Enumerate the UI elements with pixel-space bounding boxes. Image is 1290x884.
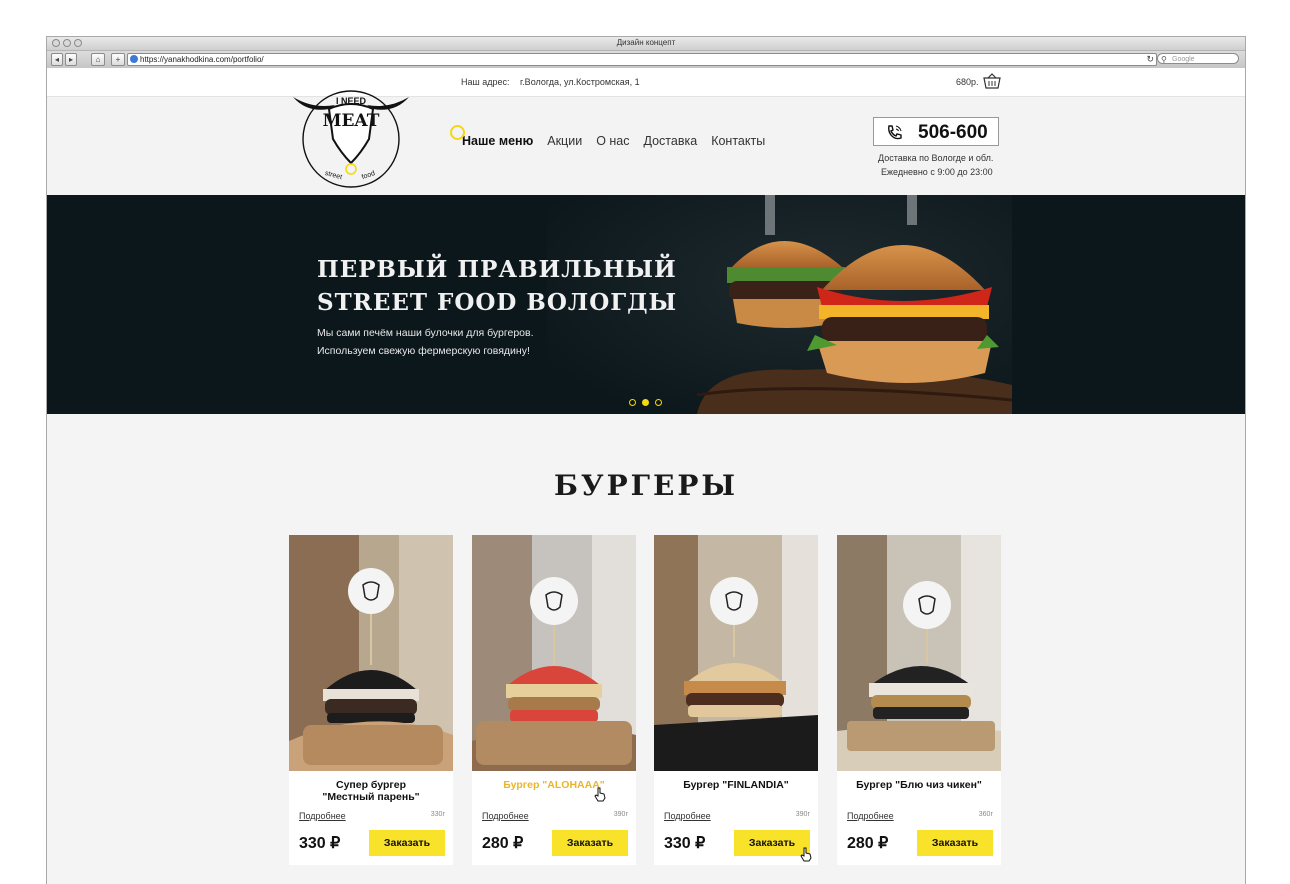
section-title: БУРГЕРЫ bbox=[553, 469, 739, 502]
product-name-line2: "Местный парень" bbox=[322, 791, 420, 803]
slider-dot-active[interactable] bbox=[642, 399, 649, 406]
browser-titlebar: Дизайн концепт bbox=[47, 37, 1245, 51]
address-bar[interactable]: https://yanakhodkina.com/portfolio/ ↻ bbox=[127, 53, 1157, 66]
order-button[interactable]: Заказать bbox=[369, 830, 445, 856]
product-weight: 330г bbox=[430, 811, 445, 818]
product-name[interactable]: Бургер "ALOHAAA" bbox=[472, 779, 636, 791]
hero-subtitle-line2: Используем свежую фермерскую говядину! bbox=[317, 345, 530, 357]
hero-banner: ПЕРВЫЙ ПРАВИЛЬНЫЙ STREET FOOD ВОЛОГДЫ Мы… bbox=[47, 195, 1245, 414]
details-link[interactable]: Подробнее bbox=[299, 811, 346, 821]
nav-item-contacts[interactable]: Контакты bbox=[711, 134, 765, 148]
address-value: г.Вологда, ул.Костромская, 1 bbox=[520, 77, 640, 87]
add-tab-icon[interactable]: + bbox=[111, 53, 125, 66]
product-price: 280 ₽ bbox=[482, 835, 524, 852]
product-weight: 390г bbox=[795, 811, 810, 818]
details-link[interactable]: Подробнее bbox=[664, 811, 711, 821]
cart-total[interactable]: 680р. bbox=[956, 77, 979, 87]
phone-number: 506-600 bbox=[918, 122, 988, 143]
site-header: I NEED MEAT street food Наше меню Акции … bbox=[47, 90, 1245, 195]
details-link[interactable]: Подробнее bbox=[847, 811, 894, 821]
logo-line4: food bbox=[361, 170, 376, 181]
phone-icon bbox=[888, 125, 902, 140]
basket-icon[interactable] bbox=[983, 73, 1001, 89]
product-weight: 360г bbox=[978, 811, 993, 818]
details-link[interactable]: Подробнее bbox=[482, 811, 529, 821]
forward-button[interactable]: ▸ bbox=[65, 53, 77, 66]
product-price: 280 ₽ bbox=[847, 835, 889, 852]
product-price: 330 ₽ bbox=[299, 835, 341, 852]
nav-item-about[interactable]: О нас bbox=[596, 134, 629, 148]
hand-cursor-icon bbox=[594, 787, 606, 802]
main-nav: Наше меню Акции О нас Доставка Контакты bbox=[449, 125, 765, 148]
search-field[interactable]: ⚲ Google bbox=[1157, 53, 1239, 64]
address-label: Наш адрес: bbox=[461, 77, 510, 87]
reload-icon[interactable]: ↻ bbox=[1146, 54, 1154, 65]
browser-window: Дизайн концепт ◂ ▸ ⌂ + https://yanakhodk… bbox=[46, 36, 1246, 884]
nav-item-delivery[interactable]: Доставка bbox=[644, 134, 698, 148]
product-name-line1: Бургер "FINLANDIA" bbox=[683, 779, 789, 791]
logo-line3: street bbox=[324, 170, 343, 181]
hero-title-line2: STREET FOOD ВОЛОГДЫ bbox=[317, 289, 678, 316]
hero-title-line1: ПЕРВЫЙ ПРАВИЛЬНЫЙ bbox=[317, 256, 677, 283]
order-button[interactable]: Заказать bbox=[552, 830, 628, 856]
hero-subtitle-line1: Мы сами печём наши булочки для бургеров. bbox=[317, 327, 534, 339]
product-name-line1: Супер бургер bbox=[335, 779, 407, 791]
slider-dot[interactable] bbox=[629, 399, 636, 406]
address-url: https://yanakhodkina.com/portfolio/ bbox=[140, 55, 264, 64]
search-icon: ⚲ bbox=[1161, 55, 1167, 64]
phone-box[interactable]: 506-600 bbox=[873, 117, 999, 146]
window-title: Дизайн концепт bbox=[616, 38, 676, 47]
order-button[interactable]: Заказать bbox=[917, 830, 993, 856]
product-name-line1: Бургер "Блю чиз чикен" bbox=[856, 779, 982, 791]
product-photo[interactable] bbox=[289, 535, 453, 771]
globe-icon bbox=[130, 55, 138, 63]
site-topbar: Наш адрес: г.Вологда, ул.Костромская, 1 … bbox=[47, 68, 1245, 97]
home-icon[interactable]: ⌂ bbox=[91, 53, 105, 66]
product-photo[interactable] bbox=[837, 535, 1001, 771]
i-need-meat-logo[interactable]: I NEED MEAT street food bbox=[289, 83, 413, 189]
product-name[interactable]: Бургер "FINLANDIA" bbox=[654, 779, 818, 791]
product-name[interactable]: Супер бургер "Местный парень" bbox=[289, 779, 453, 803]
logo-line2: MEAT bbox=[323, 111, 380, 131]
product-photo[interactable] bbox=[472, 535, 636, 771]
product-weight: 390г bbox=[613, 811, 628, 818]
product-name[interactable]: Бургер "Блю чиз чикен" bbox=[837, 779, 1001, 791]
delivery-hours-text: Ежедневно с 9:00 до 23:00 bbox=[881, 167, 993, 177]
delivery-area-text: Доставка по Вологде и обл. bbox=[878, 153, 994, 163]
hero-title: ПЕРВЫЙ ПРАВИЛЬНЫЙ STREET FOOD ВОЛОГДЫ bbox=[317, 253, 677, 319]
slider-dot[interactable] bbox=[655, 399, 662, 406]
product-card: Бургер "Блю чиз чикен" Подробнее 360г 28… bbox=[837, 535, 1001, 865]
nav-item-promo[interactable]: Акции bbox=[547, 134, 582, 148]
search-placeholder: Google bbox=[1172, 56, 1195, 63]
product-card: Бургер "ALOHAAA" Подробнее 390г 280 ₽ За… bbox=[472, 535, 636, 865]
browser-toolbar: ◂ ▸ ⌂ + https://yanakhodkina.com/portfol… bbox=[47, 51, 1245, 69]
product-card: Супер бургер "Местный парень" Подробнее … bbox=[289, 535, 453, 865]
nav-item-menu[interactable]: Наше меню bbox=[449, 125, 533, 148]
product-price: 330 ₽ bbox=[664, 835, 706, 852]
product-card: Бургер "FINLANDIA" Подробнее 390г 330 ₽ … bbox=[654, 535, 818, 865]
logo-line1: I NEED bbox=[336, 96, 367, 106]
slider-dots bbox=[629, 399, 662, 406]
product-name-line1: Бургер "ALOHAAA" bbox=[503, 779, 605, 791]
hand-cursor-icon bbox=[800, 847, 812, 862]
product-photo[interactable] bbox=[654, 535, 818, 771]
order-button[interactable]: Заказать bbox=[734, 830, 810, 856]
back-button[interactable]: ◂ bbox=[51, 53, 63, 66]
